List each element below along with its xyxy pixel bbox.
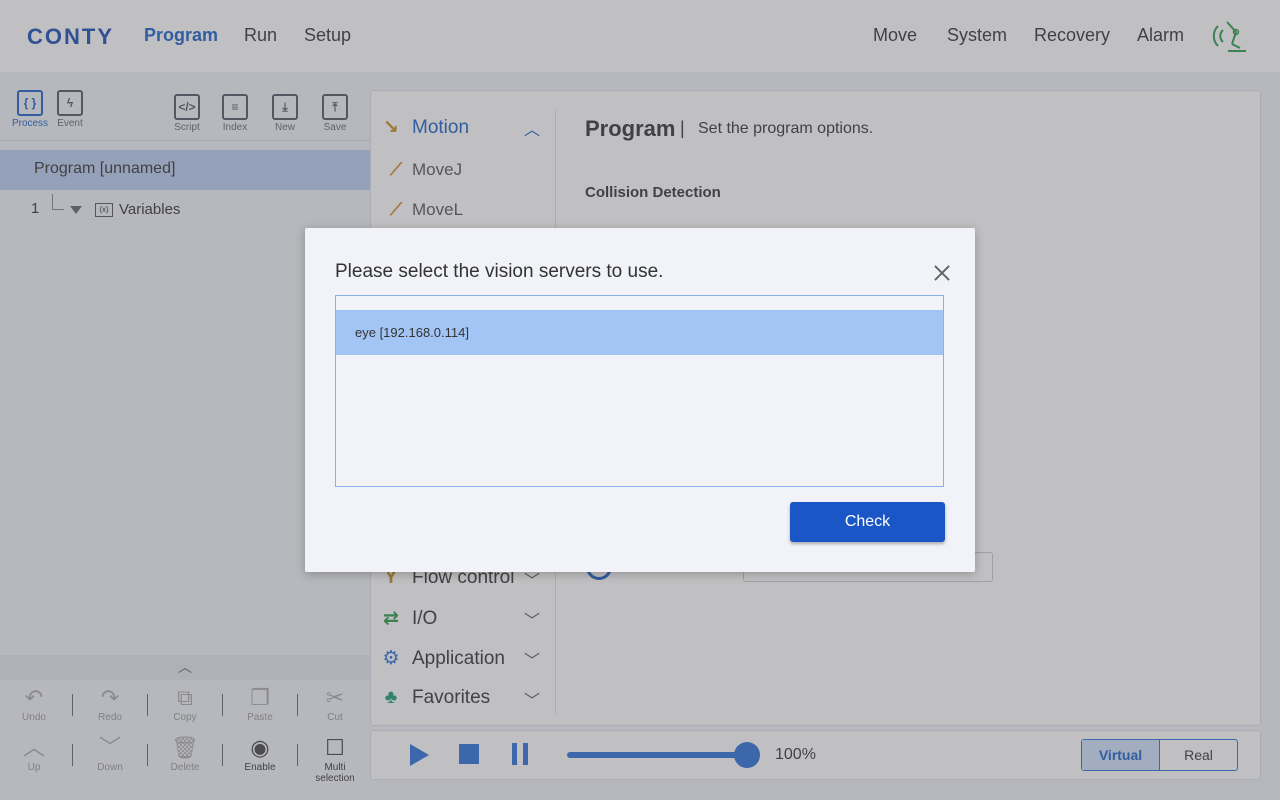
close-icon[interactable] xyxy=(931,262,953,284)
vision-server-dialog: Please select the vision servers to use.… xyxy=(305,228,975,572)
server-list[interactable]: eye [192.168.0.114] xyxy=(335,295,944,487)
check-button[interactable]: Check xyxy=(790,502,945,542)
dialog-title: Please select the vision servers to use. xyxy=(335,261,664,282)
list-item[interactable]: eye [192.168.0.114] xyxy=(336,310,943,355)
